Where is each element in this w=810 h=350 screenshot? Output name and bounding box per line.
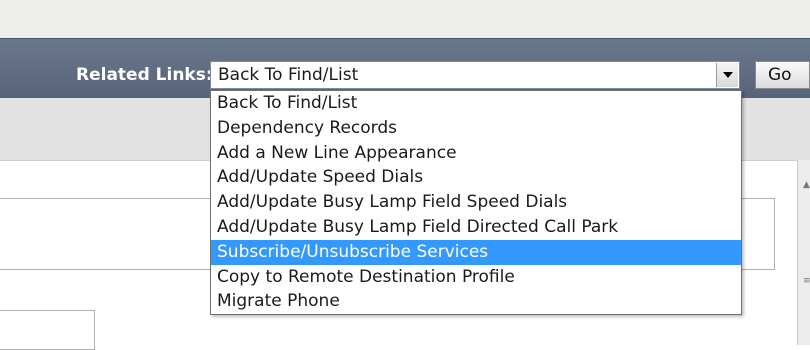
go-button[interactable]: Go (755, 61, 810, 89)
related-links-label: Related Links: (76, 65, 213, 85)
vertical-scrollbar[interactable]: ▲ ≡ (797, 160, 810, 345)
dropdown-item-busy-lamp-speed-dials[interactable]: Add/Update Busy Lamp Field Speed Dials (211, 190, 741, 215)
scroll-grip-mark: ≡ (803, 276, 810, 286)
dropdown-item-add-update-speed-dials[interactable]: Add/Update Speed Dials (211, 165, 741, 190)
dropdown-item-subscribe-services[interactable]: Subscribe/Unsubscribe Services (211, 239, 741, 265)
related-links-select-value: Back To Find/List (218, 65, 359, 85)
dropdown-item-migrate-phone[interactable]: Migrate Phone (211, 289, 741, 314)
chevron-down-icon[interactable] (716, 63, 738, 87)
dropdown-item-dependency-records[interactable]: Dependency Records (211, 116, 741, 141)
content-panel-lower (0, 310, 95, 350)
dropdown-item-busy-lamp-call-park[interactable]: Add/Update Busy Lamp Field Directed Call… (211, 215, 741, 240)
related-links-dropdown[interactable]: Back To Find/List Dependency Records Add… (210, 90, 742, 315)
dropdown-item-add-new-line-appearance[interactable]: Add a New Line Appearance (211, 141, 741, 166)
top-strip (0, 0, 810, 38)
related-links-select[interactable]: Back To Find/List (210, 61, 740, 89)
dropdown-item-copy-remote-destination[interactable]: Copy to Remote Destination Profile (211, 265, 741, 290)
dropdown-item-back-to-find-list[interactable]: Back To Find/List (211, 91, 741, 116)
scroll-up-mark: ▲ (803, 180, 810, 190)
